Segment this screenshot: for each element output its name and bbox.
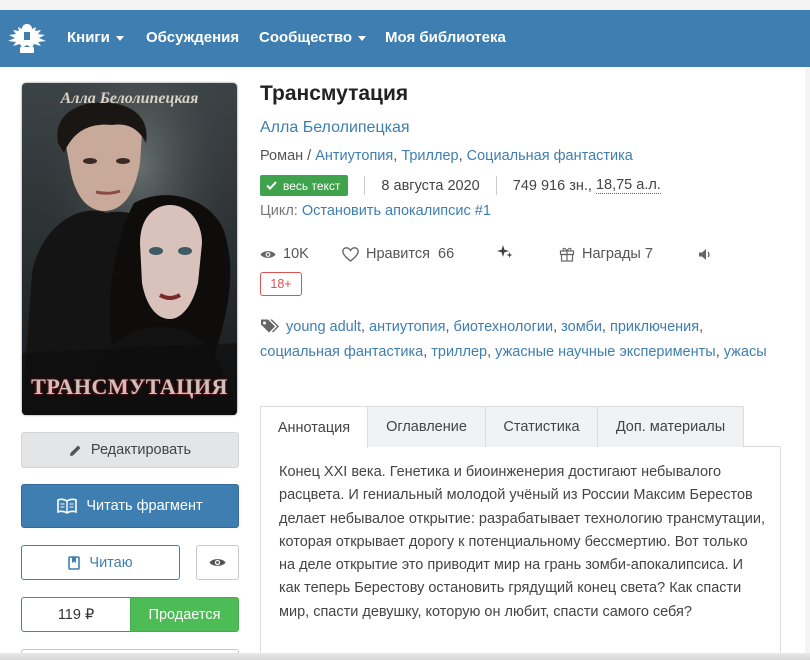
scrollbar-track[interactable]	[805, 67, 810, 657]
pencil-icon	[69, 444, 82, 457]
tags: young adult, антиутопия, биотехнологии, …	[260, 318, 767, 360]
tab-extra-materials[interactable]: Доп. материалы	[597, 406, 744, 447]
annotation-text: Конец XXI века. Генетика и биоинженерия …	[279, 464, 765, 620]
full-text-badge: весь текст	[260, 175, 349, 196]
publish-date: 8 августа 2020	[381, 177, 480, 194]
series: Цикл: Остановить апокалипсис #1	[260, 203, 491, 219]
eye-icon	[209, 557, 226, 568]
tag-link[interactable]: зомби	[561, 319, 602, 335]
price-label: 119 ₽	[21, 597, 131, 632]
awards-button[interactable]: Награды 7	[559, 246, 653, 262]
check-icon	[266, 181, 277, 190]
eye-icon	[260, 249, 276, 260]
watch-button[interactable]	[196, 545, 239, 580]
tag-link[interactable]: биотехнологии	[454, 319, 554, 335]
top-strip	[0, 0, 810, 10]
open-book-icon	[57, 498, 78, 514]
bottom-edge	[0, 653, 810, 660]
views-stat: 10K	[260, 246, 309, 262]
tag-link[interactable]: ужасные научные эксперименты	[495, 344, 716, 360]
nav-discussions[interactable]: Обсуждения	[146, 29, 239, 46]
like-button[interactable]: Нравится 66	[342, 246, 454, 262]
gift-icon	[559, 246, 575, 262]
genre-link[interactable]: Антиутопия	[315, 148, 393, 164]
speaker-icon[interactable]	[698, 248, 712, 261]
tag-link[interactable]: young adult	[286, 319, 361, 335]
tag-link[interactable]: триллер	[431, 344, 487, 360]
book-size: 749 916 зн.,	[512, 177, 596, 194]
age-rating-badge: 18+	[260, 272, 302, 296]
nav-community[interactable]: Сообщество	[259, 29, 367, 46]
book-author-link[interactable]: Алла Белолипецкая	[260, 119, 410, 137]
read-fragment-button[interactable]: Читать фрагмент	[21, 484, 239, 528]
tab-bar: Аннотация Оглавление Статистика Доп. мат…	[260, 406, 781, 448]
genres: Роман / Антиутопия, Триллер, Социальная …	[260, 148, 633, 164]
chevron-down-icon	[358, 35, 367, 41]
sparkles-icon[interactable]	[496, 243, 514, 261]
tag-link[interactable]: социальная фантастика	[260, 344, 423, 360]
site-logo-eagle-icon[interactable]	[4, 18, 50, 58]
nav-books[interactable]: Книги	[67, 29, 124, 46]
book-title: Трансмутация	[260, 82, 409, 105]
chevron-down-icon	[115, 35, 124, 41]
tags-icon	[260, 318, 280, 341]
edit-button[interactable]: Редактировать	[21, 432, 239, 468]
bookmark-book-icon	[68, 555, 81, 570]
tab-contents[interactable]: Оглавление	[367, 406, 486, 447]
divider	[364, 176, 366, 195]
tag-link[interactable]: антиутопия	[369, 319, 445, 335]
book-meta: весь текст 8 августа 2020 749 916 зн., 1…	[260, 174, 661, 197]
genre-prefix: Роман /	[260, 148, 316, 164]
buy-button[interactable]: Продается	[130, 597, 239, 632]
reading-button[interactable]: Читаю	[21, 545, 180, 580]
divider	[495, 176, 497, 195]
series-link[interactable]: Остановить апокалипсис #1	[302, 203, 491, 219]
author-sheets: 18,75 а.л.	[595, 177, 661, 194]
heart-icon	[342, 246, 359, 262]
cover-author: Алла Белолипецкая	[60, 90, 199, 107]
nav-my-library[interactable]: Моя библиотека	[385, 29, 506, 46]
navbar: Книги Обсуждения Сообщество Моя библиоте…	[0, 10, 810, 67]
tag-link[interactable]: ужасы	[724, 344, 767, 360]
genre-link[interactable]: Социальная фантастика	[467, 148, 633, 164]
cover-title: ТРАНСМУТАЦИЯ	[31, 374, 228, 399]
tab-annotation[interactable]: Аннотация	[260, 406, 368, 448]
genre-link[interactable]: Триллер	[401, 148, 458, 164]
tab-statistics[interactable]: Статистика	[485, 406, 598, 447]
book-cover[interactable]: Алла Белолипецкая ТРАНСМУТАЦИЯ	[22, 83, 237, 415]
tag-link[interactable]: приключения	[610, 319, 699, 335]
